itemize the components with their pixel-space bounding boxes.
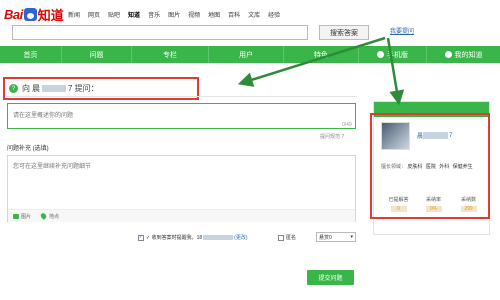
nav-my-zhidao[interactable]: 我的知道 xyxy=(427,46,500,63)
top-nav-item[interactable]: 视频 xyxy=(184,10,204,19)
insert-image-button[interactable]: 图片 xyxy=(13,213,31,220)
top-nav-item[interactable]: 图片 xyxy=(164,10,184,19)
question-guidelines-link[interactable]: 提问规范 ? xyxy=(320,133,344,140)
ask-prefix: 向 xyxy=(22,84,30,93)
location-pin-icon xyxy=(39,212,48,220)
nav-questions[interactable]: 问题 xyxy=(62,46,132,63)
notify-option: ✓ ✓ 收到答案时提醒我，18 (更改) xyxy=(138,234,248,241)
char-count: 0/49 xyxy=(342,122,352,128)
supplement-label: 问题补充 (选填) xyxy=(7,146,49,152)
notify-checkbox[interactable]: ✓ xyxy=(138,234,144,241)
question-title-input[interactable] xyxy=(7,103,356,129)
ask-user-name-start: 晨 xyxy=(32,84,40,93)
anonymous-label: 匿名 xyxy=(286,235,297,241)
blurred-phone xyxy=(203,235,234,240)
ask-suffix: 7 提问： xyxy=(68,84,99,93)
top-nav-item[interactable]: 音乐 xyxy=(144,10,164,19)
search-bar: 搜索答案 xyxy=(12,25,392,40)
ask-question-link[interactable]: 我要提问 xyxy=(390,26,414,35)
change-notify-link[interactable]: (更改) xyxy=(234,234,247,241)
nav-users[interactable]: 用户 xyxy=(209,46,284,63)
top-nav-item[interactable]: 经验 xyxy=(264,10,284,19)
anonymous-option: 匿名 xyxy=(278,234,296,241)
nav-features[interactable]: 特色 xyxy=(284,46,359,63)
supplement-box: 图片 地点 xyxy=(7,155,356,222)
top-nav-item[interactable]: 百科 xyxy=(224,10,244,19)
submit-question-button[interactable]: 提交问题 xyxy=(307,270,354,285)
anonymous-checkbox[interactable] xyxy=(278,234,284,241)
top-nav-item[interactable]: 网页 xyxy=(84,10,104,19)
logo-zhidao-text: 知道 xyxy=(37,7,64,23)
supplement-toolbar: 图片 地点 xyxy=(8,209,355,222)
user-icon xyxy=(444,51,452,58)
image-label: 图片 xyxy=(21,213,32,220)
search-input[interactable] xyxy=(12,25,308,40)
top-nav-item[interactable]: 新闻 xyxy=(64,10,84,19)
nav-mobile-label: 手机版 xyxy=(387,51,408,59)
image-icon xyxy=(13,213,19,219)
baidu-paw-icon xyxy=(23,7,37,21)
nav-home[interactable]: 首页 xyxy=(0,46,62,63)
top-nav-item[interactable]: 地图 xyxy=(204,10,224,19)
nav-my-zhidao-label: 我的知道 xyxy=(454,51,483,59)
nav-mobile[interactable]: 手机版 xyxy=(359,46,427,63)
mobile-icon xyxy=(377,51,384,58)
chevron-down-icon: ▾ xyxy=(350,234,353,240)
ask-to-title: 向 晨 7 提问： xyxy=(22,83,99,94)
main-nav-bar: 首页 问题 专栏 用户 特色 手机版 我的知道 xyxy=(0,46,500,63)
reward-select[interactable]: 悬赏0 ▾ xyxy=(316,232,356,242)
insert-location-button[interactable]: 地点 xyxy=(39,212,60,220)
nav-columns[interactable]: 专栏 xyxy=(132,46,209,63)
supplement-textarea[interactable] xyxy=(8,156,355,206)
notify-label: ✓ 收到答案时提醒我，18 xyxy=(146,235,203,241)
blurred-username xyxy=(42,85,66,92)
logo-bai-text: Bai xyxy=(4,6,23,22)
reward-value: 悬赏0 xyxy=(319,234,332,241)
top-nav-item[interactable]: 文库 xyxy=(244,10,264,19)
profile-highlight-box xyxy=(370,113,490,219)
question-icon: ? xyxy=(9,84,18,93)
location-label: 地点 xyxy=(49,213,60,220)
baidu-zhidao-logo[interactable]: Bai 知道 xyxy=(4,5,64,23)
divider xyxy=(7,96,357,97)
search-answer-button[interactable]: 搜索答案 xyxy=(319,25,369,40)
top-nav: 新闻 网页 贴吧 知道 音乐 图片 视频 地图 百科 文库 经验 xyxy=(64,10,284,19)
top-nav-item[interactable]: 贴吧 xyxy=(104,10,124,19)
top-nav-item-active[interactable]: 知道 xyxy=(124,10,144,19)
